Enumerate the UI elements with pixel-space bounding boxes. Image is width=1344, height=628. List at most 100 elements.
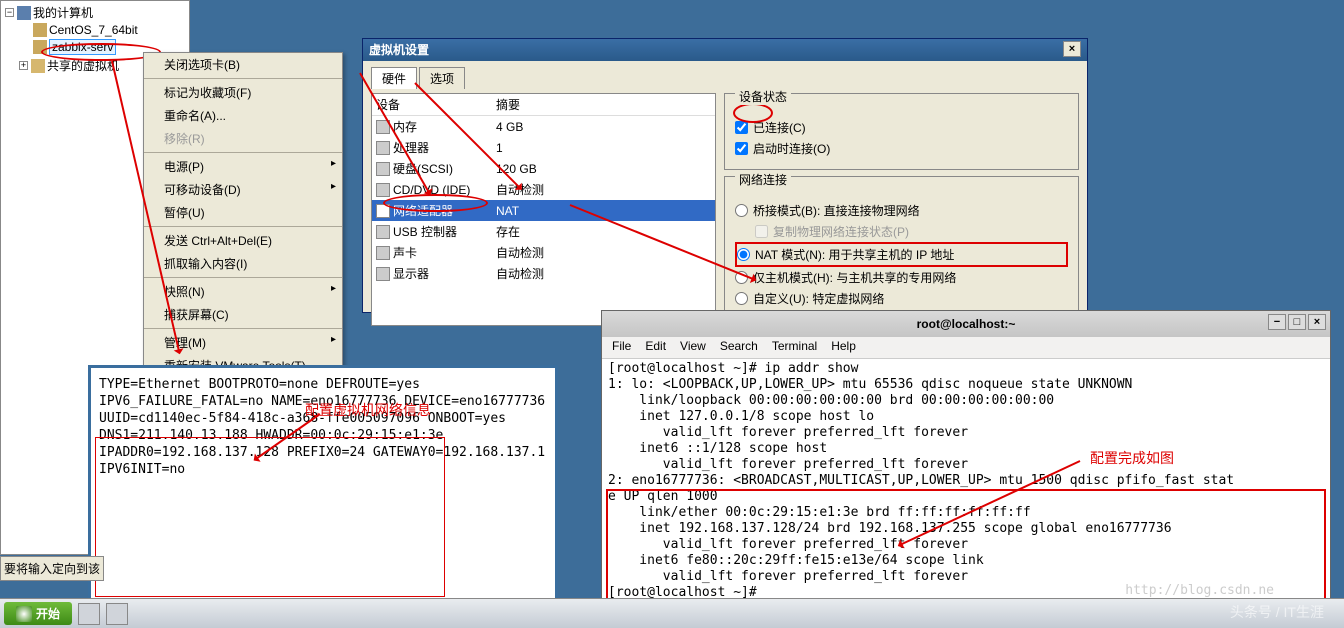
terminal-menubar: File Edit View Search Terminal Help: [602, 337, 1330, 359]
dev-summary: 自动检测: [496, 265, 544, 282]
device-row-sound[interactable]: 声卡 自动检测: [372, 242, 715, 263]
checkbox[interactable]: [735, 121, 748, 134]
terminal-window: root@localhost:~ − □ × File Edit View Se…: [601, 310, 1331, 628]
ctx-capture[interactable]: 捕获屏幕(C): [144, 303, 342, 326]
chk-connect-on-start[interactable]: 启动时连接(O): [735, 138, 1068, 159]
menu-help[interactable]: Help: [831, 339, 856, 356]
expand-icon[interactable]: +: [19, 61, 28, 70]
radio-custom[interactable]: 自定义(U): 特定虚拟网络: [735, 288, 1068, 309]
dev-label: 声卡: [393, 244, 417, 261]
checkbox[interactable]: [735, 142, 748, 155]
blog-url-watermark: http://blog.csdn.ne: [1125, 583, 1274, 598]
dev-summary: 存在: [496, 223, 520, 240]
separator: [144, 78, 342, 79]
ctx-removable[interactable]: 可移动设备(D): [144, 178, 342, 201]
menu-terminal[interactable]: Terminal: [772, 339, 817, 356]
separator: [144, 226, 342, 227]
device-settings-pane: 设备状态 已连接(C) 启动时连接(O) 网络连接 桥接模式(B): 直接连接物…: [724, 93, 1079, 326]
ctx-power[interactable]: 电源(P): [144, 155, 342, 178]
device-row-cpu[interactable]: 处理器1: [372, 137, 715, 158]
windows-icon: [16, 606, 32, 622]
separator: [144, 152, 342, 153]
radio-nat[interactable]: NAT 模式(N): 用于共享主机的 IP 地址: [735, 242, 1068, 267]
device-row-memory[interactable]: 内存 4 GB: [372, 116, 715, 137]
taskbar: 开始: [0, 598, 1344, 628]
watermark: 头条号 / IT生涯: [1230, 602, 1324, 622]
chk-replicate: 复制物理网络连接状态(P): [735, 221, 1068, 242]
sound-icon: [376, 246, 390, 260]
task-icon[interactable]: [78, 603, 100, 625]
tab-hw-label: 硬件: [382, 72, 406, 86]
network-connection-group: 网络连接 桥接模式(B): 直接连接物理网络 复制物理网络连接状态(P) NAT…: [724, 176, 1079, 320]
terminal-titlebar: root@localhost:~ − □ ×: [602, 311, 1330, 337]
tree-root-label: 我的计算机: [33, 4, 93, 21]
task-icon[interactable]: [106, 603, 128, 625]
menu-edit[interactable]: Edit: [645, 339, 666, 356]
ctx-remove: 移除(R): [144, 127, 342, 150]
maximize-button[interactable]: □: [1288, 314, 1306, 330]
checkbox: [755, 225, 768, 238]
disk-icon: [376, 162, 390, 176]
ctx-send-cad[interactable]: 发送 Ctrl+Alt+Del(E): [144, 229, 342, 252]
device-status-group: 设备状态 已连接(C) 启动时连接(O): [724, 93, 1079, 170]
start-label: 开始: [36, 605, 60, 622]
window-title: 虚拟机设置: [369, 41, 429, 59]
minimize-button[interactable]: −: [1268, 314, 1286, 330]
radio[interactable]: [737, 248, 750, 261]
vm-context-menu: 关闭选项卡(B) 标记为收藏项(F) 重命名(A)... 移除(R) 电源(P)…: [143, 52, 343, 410]
vm-icon: [33, 23, 47, 37]
tab-hardware[interactable]: 硬件: [371, 67, 417, 89]
tree-root[interactable]: − 我的计算机: [3, 3, 187, 22]
dev-summary: 1: [496, 141, 503, 155]
ctx-rename[interactable]: 重命名(A)...: [144, 104, 342, 127]
terminal-title: root@localhost:~: [917, 317, 1016, 331]
start-button[interactable]: 开始: [4, 602, 72, 625]
shared-icon: [31, 59, 45, 73]
close-button[interactable]: ×: [1308, 314, 1326, 330]
radio-label: 自定义(U): 特定虚拟网络: [753, 290, 884, 307]
computer-icon: [17, 6, 31, 20]
cd-icon: [376, 183, 390, 197]
radio[interactable]: [735, 204, 748, 217]
chk-label: 复制物理网络连接状态(P): [773, 223, 909, 240]
ctx-bookmark[interactable]: 标记为收藏项(F): [144, 81, 342, 104]
dev-summary: 4 GB: [496, 120, 523, 134]
ctx-close-tab[interactable]: 关闭选项卡(B): [144, 53, 342, 76]
dev-label: USB 控制器: [393, 223, 457, 240]
legend-net: 网络连接: [735, 171, 791, 188]
status-text: 要将输入定向到该: [0, 556, 104, 581]
chk-connected[interactable]: 已连接(C): [735, 117, 1068, 138]
dev-label: 硬盘(SCSI): [393, 160, 453, 177]
vm-settings-window: 虚拟机设置 × 硬件 选项 设备 摘要 内存4 GB 处理器1 硬盘(SCSI)…: [362, 38, 1088, 313]
highlight-ellipse: [733, 103, 773, 123]
radio[interactable]: [735, 292, 748, 305]
tabs: 硬件 选项: [363, 61, 1087, 89]
close-button[interactable]: ×: [1063, 41, 1081, 57]
radio-bridged[interactable]: 桥接模式(B): 直接连接物理网络: [735, 200, 1068, 221]
cpu-icon: [376, 141, 390, 155]
chk-label: 启动时连接(O): [753, 140, 830, 157]
collapse-icon[interactable]: −: [5, 8, 14, 17]
legend-status: 设备状态: [735, 88, 791, 105]
device-row-disk[interactable]: 硬盘(SCSI)120 GB: [372, 158, 715, 179]
dev-summary: 自动检测: [496, 244, 544, 261]
radio-hostonly[interactable]: 仅主机模式(H): 与主机共享的专用网络: [735, 267, 1068, 288]
dev-summary: NAT: [496, 204, 519, 218]
tab-options[interactable]: 选项: [419, 67, 465, 89]
menu-view[interactable]: View: [680, 339, 706, 356]
ctx-grab[interactable]: 抓取输入内容(I): [144, 252, 342, 275]
terminal-body[interactable]: [root@localhost ~]# ip addr show 1: lo: …: [602, 359, 1330, 603]
ctx-pause[interactable]: 暂停(U): [144, 201, 342, 224]
device-row-usb[interactable]: USB 控制器 存在: [372, 221, 715, 242]
ctx-snapshot[interactable]: 快照(N): [144, 280, 342, 303]
tree-item-centos[interactable]: CentOS_7_64bit: [3, 22, 187, 38]
radio-label: NAT 模式(N): 用于共享主机的 IP 地址: [755, 246, 954, 263]
menu-search[interactable]: Search: [720, 339, 758, 356]
device-row-display[interactable]: 显示器自动检测: [372, 263, 715, 284]
menu-file[interactable]: File: [612, 339, 631, 356]
dev-label: 内存: [393, 118, 417, 135]
display-icon: [376, 267, 390, 281]
usb-icon: [376, 225, 390, 239]
radio-label: 桥接模式(B): 直接连接物理网络: [753, 202, 920, 219]
col-summary: 摘要: [496, 96, 520, 113]
